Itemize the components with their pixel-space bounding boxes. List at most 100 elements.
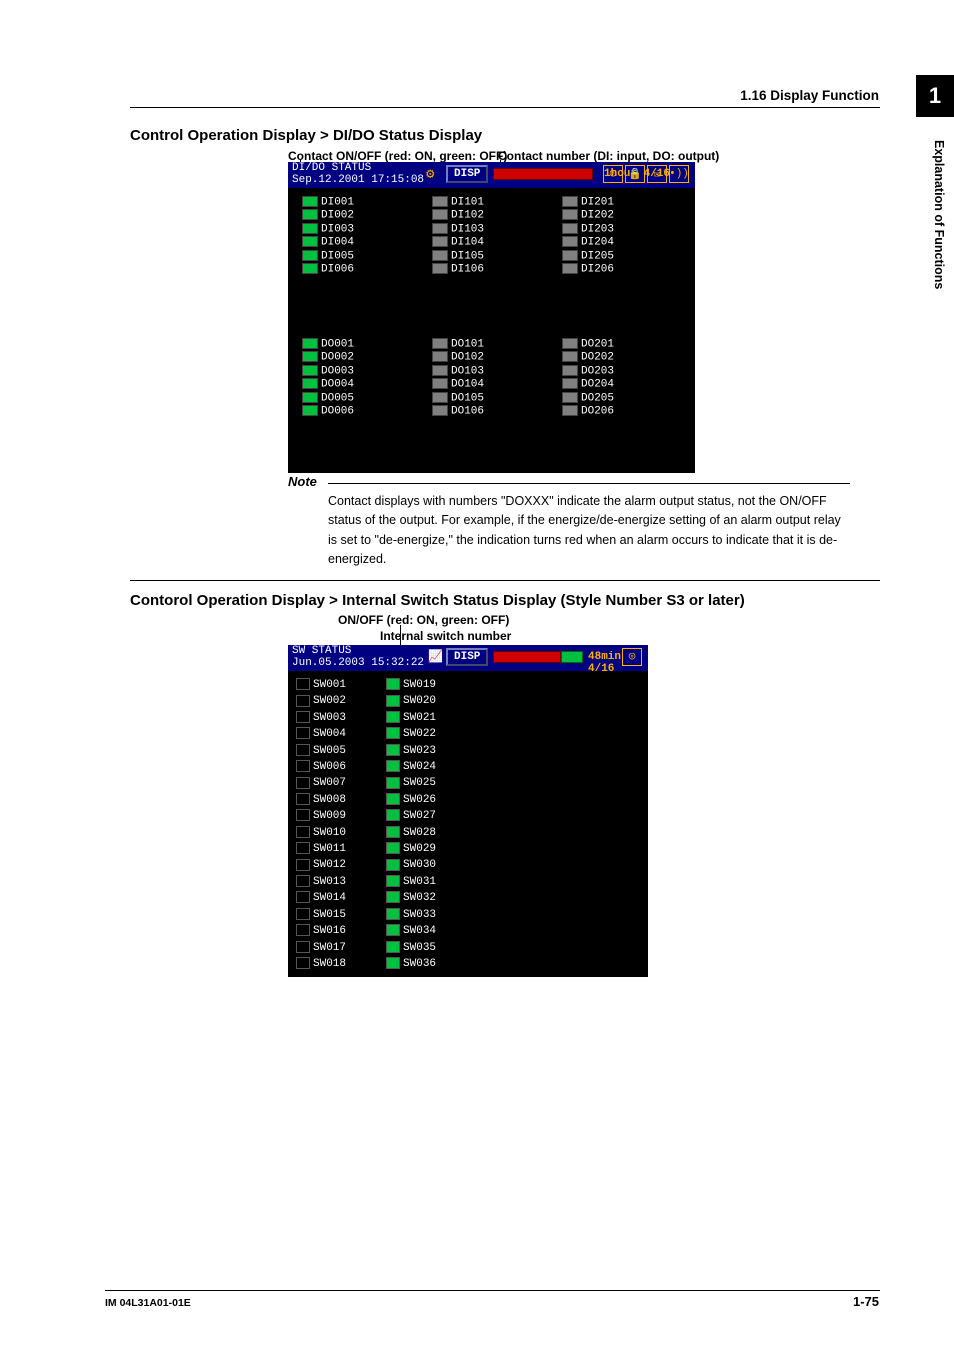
status-chip bbox=[562, 209, 578, 220]
status-chip bbox=[562, 338, 578, 349]
record-icon[interactable]: ◎ bbox=[603, 165, 623, 183]
status-chip bbox=[302, 209, 318, 220]
sw-label: SW011 bbox=[313, 843, 346, 855]
rate-bar-used bbox=[493, 651, 561, 663]
sw-item: SW016 bbox=[296, 923, 346, 939]
sw-label: SW009 bbox=[313, 810, 346, 822]
di-item: DI106 bbox=[432, 263, 484, 276]
status-chip bbox=[296, 826, 310, 838]
di-item: DI101 bbox=[432, 196, 484, 209]
sw-label: SW032 bbox=[403, 892, 436, 904]
status-chip bbox=[432, 405, 448, 416]
status-chip bbox=[432, 223, 448, 234]
di-item: DI001 bbox=[302, 196, 354, 209]
status-chip bbox=[386, 875, 400, 887]
sw-label: SW036 bbox=[403, 958, 436, 970]
titlebar-text: SW STATUS Jun.05.2003 15:32:22 bbox=[288, 646, 424, 669]
sw-label: SW006 bbox=[313, 761, 346, 773]
sw-item: SW024 bbox=[386, 759, 436, 775]
status-chip bbox=[302, 263, 318, 274]
status-chip bbox=[432, 209, 448, 220]
di-label: DI103 bbox=[451, 223, 484, 235]
do-item: DO201 bbox=[562, 338, 614, 351]
sw-label: SW007 bbox=[313, 777, 346, 789]
status-chip bbox=[386, 859, 400, 871]
sw-label: SW035 bbox=[403, 942, 436, 954]
status-chip bbox=[302, 250, 318, 261]
dido-titlebar: DI/DO STATUS Sep.12.2001 17:15:08 ⚙ DISP… bbox=[288, 162, 695, 188]
status-chip bbox=[296, 744, 310, 756]
sw-item: SW027 bbox=[386, 808, 436, 824]
sw-label: SW014 bbox=[313, 892, 346, 904]
sw-label: SW019 bbox=[403, 679, 436, 691]
gear-icon: ⚙ bbox=[426, 166, 434, 183]
status-chip bbox=[562, 223, 578, 234]
di-item: DI206 bbox=[562, 263, 614, 276]
note-rule bbox=[328, 483, 850, 484]
disp-button[interactable]: DISP bbox=[446, 648, 488, 666]
di-label: DI203 bbox=[581, 223, 614, 235]
do-item: DO206 bbox=[562, 405, 614, 418]
sw-item: SW018 bbox=[296, 956, 346, 972]
sw-item: SW028 bbox=[386, 825, 436, 841]
sw-item: SW023 bbox=[386, 743, 436, 759]
sw-item: SW013 bbox=[296, 874, 346, 890]
di-column: DI001DI002DI003DI004DI005DI006 bbox=[302, 196, 354, 276]
sw-label: SW001 bbox=[313, 679, 346, 691]
section-1-title: Control Operation Display > DI/DO Status… bbox=[130, 127, 482, 144]
sw-item: SW033 bbox=[386, 907, 436, 923]
status-chip bbox=[386, 711, 400, 723]
di-label: DI105 bbox=[451, 250, 484, 262]
rate-bar bbox=[493, 168, 593, 180]
status-chip bbox=[432, 263, 448, 274]
do-label: DO105 bbox=[451, 392, 484, 404]
sw-label: SW013 bbox=[313, 876, 346, 888]
status-chip bbox=[302, 365, 318, 376]
do-label: DO203 bbox=[581, 365, 614, 377]
sw-item: SW031 bbox=[386, 874, 436, 890]
sw-item: SW032 bbox=[386, 890, 436, 906]
di-item: DI104 bbox=[432, 236, 484, 249]
status-chip bbox=[302, 405, 318, 416]
sw-item: SW020 bbox=[386, 693, 436, 709]
di-column: DI101DI102DI103DI104DI105DI106 bbox=[432, 196, 484, 276]
sw-label: SW015 bbox=[313, 909, 346, 921]
status-chip bbox=[296, 793, 310, 805]
do-label: DO005 bbox=[321, 392, 354, 404]
do-item: DO105 bbox=[432, 392, 484, 405]
mail-icon[interactable]: ✉ bbox=[647, 165, 667, 183]
do-item: DO103 bbox=[432, 365, 484, 378]
do-item: DO106 bbox=[432, 405, 484, 418]
sw-label: SW030 bbox=[403, 859, 436, 871]
do-label: DO102 bbox=[451, 352, 484, 364]
record-icon[interactable]: ◎ bbox=[622, 648, 642, 666]
status-chip bbox=[432, 365, 448, 376]
footer-rule bbox=[105, 1290, 880, 1291]
status-chip bbox=[296, 842, 310, 854]
do-label: DO202 bbox=[581, 352, 614, 364]
di-item: DI004 bbox=[302, 236, 354, 249]
status-chip bbox=[296, 727, 310, 739]
chapter-tab: 1 bbox=[916, 75, 954, 117]
keylock-icon[interactable]: 🔒 bbox=[625, 165, 645, 183]
status-chip bbox=[296, 695, 310, 707]
status-chip bbox=[386, 809, 400, 821]
sw-item: SW001 bbox=[296, 677, 346, 693]
wave-icon[interactable]: •)) bbox=[669, 165, 689, 183]
status-chip bbox=[386, 891, 400, 903]
sw-item: SW007 bbox=[296, 775, 346, 791]
sw-label: SW034 bbox=[403, 925, 436, 937]
sw-label: SW005 bbox=[313, 745, 346, 757]
sw-label: SW017 bbox=[313, 942, 346, 954]
status-chip bbox=[562, 351, 578, 362]
disp-button[interactable]: DISP bbox=[446, 165, 488, 183]
sw-item: SW015 bbox=[296, 907, 346, 923]
di-item: DI205 bbox=[562, 250, 614, 263]
section-divider bbox=[130, 580, 880, 581]
sw-item: SW026 bbox=[386, 792, 436, 808]
sw-label: SW028 bbox=[403, 827, 436, 839]
rate-bar-free bbox=[561, 651, 583, 663]
do-label: DO002 bbox=[321, 352, 354, 364]
sw-label: SW004 bbox=[313, 728, 346, 740]
do-item: DO004 bbox=[302, 378, 354, 391]
